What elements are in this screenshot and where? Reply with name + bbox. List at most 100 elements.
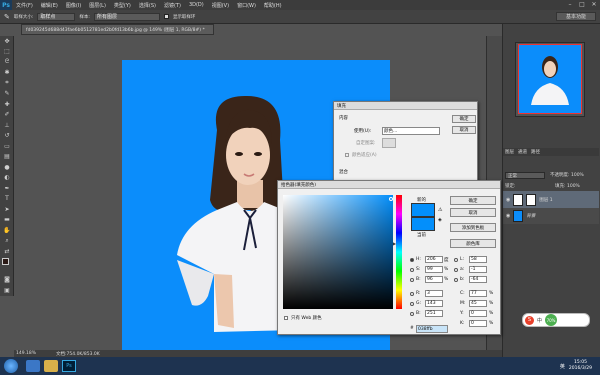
healing-tool-icon[interactable]: ✚ [0, 99, 14, 110]
foreground-color-swatch[interactable] [2, 257, 9, 265]
menu-select[interactable]: 选择(S) [135, 2, 160, 9]
zoom-tool-icon[interactable]: ⌕ [0, 236, 14, 247]
layer-row-bg[interactable]: ◉ 背景 [503, 208, 599, 224]
l-input[interactable]: 58 [469, 256, 487, 263]
ie-icon[interactable] [26, 360, 40, 372]
start-button[interactable] [4, 359, 18, 373]
tab-paths[interactable]: 路径 [531, 149, 540, 155]
y-input[interactable]: 0 [469, 310, 487, 317]
opacity-value[interactable]: 100% [571, 173, 584, 178]
screen-mode-icon[interactable]: ▣ [0, 285, 14, 296]
ime-lang[interactable]: 中 [537, 317, 542, 324]
minimize-button[interactable]: – [564, 0, 576, 9]
layer-name[interactable]: 图层 1 [539, 197, 552, 203]
explorer-icon[interactable] [44, 360, 58, 372]
workspace-button[interactable]: 基本功能 [556, 12, 596, 21]
maximize-button[interactable]: □ [576, 0, 588, 9]
navigator-view-box[interactable] [518, 44, 582, 114]
hue-slider[interactable] [396, 195, 402, 309]
move-tool-icon[interactable]: ✥ [0, 36, 14, 47]
photoshop-taskbar-icon[interactable]: Ps [62, 360, 76, 372]
web-only-checkbox[interactable] [284, 316, 288, 320]
r-radio[interactable] [410, 292, 414, 296]
color-libraries-button[interactable]: 颜色库 [450, 239, 496, 248]
web-safe-icon[interactable]: ◈ [438, 217, 442, 223]
eyedropper-icon[interactable]: ✎ [4, 13, 10, 21]
menu-filter[interactable]: 滤镜(T) [160, 2, 185, 9]
swap-colors-icon[interactable]: ⇄ [0, 246, 14, 257]
brush-tool-icon[interactable]: ✐ [0, 110, 14, 121]
gamut-warning-icon[interactable]: ⚠ [438, 207, 442, 213]
blend-mode-select[interactable]: 正常 [505, 172, 545, 179]
lasso-tool-icon[interactable]: ᘓ [0, 57, 14, 68]
layer-row-1[interactable]: ◉ 图层 1 [503, 191, 599, 208]
pattern-picker[interactable] [382, 138, 396, 148]
menu-edit[interactable]: 编辑(E) [37, 2, 62, 9]
r-input[interactable]: 3 [425, 290, 443, 297]
b-input[interactable]: 96 [425, 276, 443, 283]
lang-indicator[interactable]: 英 [560, 363, 565, 370]
s-input[interactable]: 99 [425, 266, 443, 273]
eyedropper-tool-icon[interactable]: ✎ [0, 89, 14, 100]
l-radio[interactable] [454, 258, 458, 262]
dodge-tool-icon[interactable]: ◐ [0, 173, 14, 184]
menu-file[interactable]: 文件(F) [12, 2, 37, 9]
gradient-tool-icon[interactable]: ▤ [0, 152, 14, 163]
zoom-level[interactable]: 149.18% [16, 351, 36, 356]
hue-slider-arrow-icon[interactable]: ▶ [393, 241, 396, 246]
menu-help[interactable]: 帮助(H) [260, 2, 286, 9]
fill-value[interactable]: 100% [567, 184, 580, 189]
stamp-tool-icon[interactable]: ⊥ [0, 120, 14, 131]
color-swatches[interactable] [0, 257, 13, 275]
quick-select-icon[interactable]: ✱ [0, 68, 14, 79]
fill-cancel-button[interactable]: 取消 [452, 126, 476, 134]
picker-cancel-button[interactable]: 取消 [450, 208, 496, 217]
quick-mask-icon[interactable]: ◙ [0, 275, 14, 286]
crop-tool-icon[interactable]: ⌗ [0, 78, 14, 89]
s-radio[interactable] [410, 268, 414, 272]
blur-tool-icon[interactable]: ● [0, 162, 14, 173]
sample-size-select[interactable]: 取样点 [37, 12, 76, 21]
menu-window[interactable]: 窗口(W) [233, 2, 260, 9]
blue-input[interactable]: 251 [425, 310, 443, 317]
menu-type[interactable]: 类型(Y) [110, 2, 135, 9]
current-color-swatch[interactable] [411, 217, 435, 231]
clock[interactable]: 15:05 2016/3/29 [569, 360, 592, 372]
menu-view[interactable]: 视图(V) [208, 2, 233, 9]
menu-3d[interactable]: 3D(D) [185, 2, 208, 8]
layer-name[interactable]: 背景 [526, 213, 535, 219]
b-radio[interactable] [410, 278, 414, 282]
eraser-tool-icon[interactable]: ▭ [0, 141, 14, 152]
color-adapt-checkbox[interactable] [345, 153, 349, 157]
path-select-icon[interactable]: ➤ [0, 204, 14, 215]
hex-input[interactable]: 038ffb [416, 325, 448, 333]
g-input[interactable]: 143 [425, 300, 443, 307]
menu-layer[interactable]: 图层(L) [85, 2, 110, 9]
ime-toolbar[interactable]: S 中 70% [522, 313, 590, 327]
a-input[interactable]: -1 [469, 266, 487, 273]
show-ring-checkbox[interactable] [163, 14, 169, 19]
tab-layers[interactable]: 图层 [505, 149, 514, 155]
color-field-cursor[interactable] [389, 197, 393, 201]
k-input[interactable]: 0 [469, 320, 487, 327]
pen-tool-icon[interactable]: ✒ [0, 183, 14, 194]
tab-channels[interactable]: 通道 [518, 149, 527, 155]
add-to-swatches-button[interactable]: 添加到色板 [450, 223, 496, 232]
lab-b-input[interactable]: -64 [469, 276, 487, 283]
use-select[interactable]: 颜色... [382, 127, 440, 135]
h-radio[interactable] [410, 258, 414, 262]
blue-radio[interactable] [410, 312, 414, 316]
a-radio[interactable] [454, 268, 458, 272]
history-brush-icon[interactable]: ↺ [0, 131, 14, 142]
type-tool-icon[interactable]: T [0, 194, 14, 205]
document-tab[interactable]: fd039245d688d43fae6b0512781ed2b0fd13b6b.… [21, 24, 214, 35]
eye-icon[interactable]: ◉ [506, 197, 510, 203]
m-input[interactable]: 45 [469, 300, 487, 307]
hand-tool-icon[interactable]: ✋ [0, 225, 14, 236]
close-button[interactable]: ✕ [588, 0, 600, 9]
shape-tool-icon[interactable]: ▬ [0, 215, 14, 226]
sample-select[interactable]: 所有图层 [93, 12, 160, 21]
g-radio[interactable] [410, 302, 414, 306]
c-input[interactable]: 77 [469, 290, 487, 297]
color-field[interactable] [283, 195, 393, 309]
